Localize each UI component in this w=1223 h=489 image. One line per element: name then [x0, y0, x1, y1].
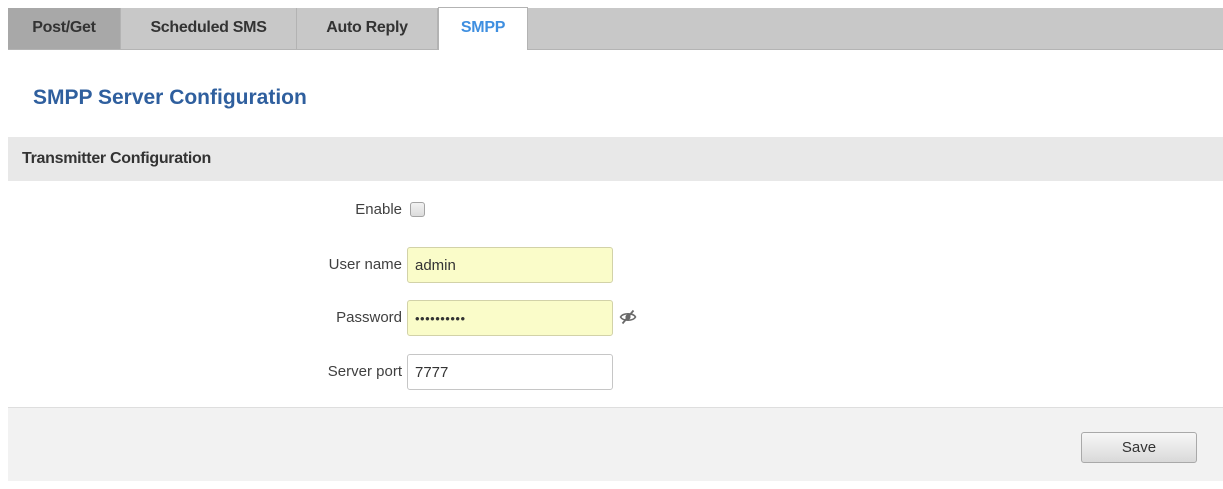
password-input[interactable] [407, 300, 613, 336]
tab-smpp[interactable]: SMPP [438, 7, 528, 50]
server-port-label: Server port [327, 363, 402, 380]
tab-auto-reply[interactable]: Auto Reply [297, 8, 438, 49]
tab-bar: Post/Get Scheduled SMS Auto Reply SMPP [8, 7, 1223, 50]
password-field [407, 300, 637, 336]
form-row-enable: Enable [8, 192, 1223, 228]
server-port-input[interactable] [407, 354, 613, 390]
footer-bar: Save [8, 407, 1223, 481]
server-port-field [407, 354, 613, 390]
password-label: Password [336, 309, 402, 326]
tab-scheduled-sms[interactable]: Scheduled SMS [121, 8, 297, 49]
enable-checkbox[interactable] [410, 202, 425, 217]
page-title: SMPP Server Configuration [33, 86, 307, 109]
form-row-username: User name [8, 247, 1223, 283]
username-field [407, 247, 613, 283]
form-row-server-port: Server port [8, 354, 1223, 390]
enable-label: Enable [355, 201, 402, 218]
username-label: User name [328, 256, 402, 273]
section-header-transmitter-configuration: Transmitter Configuration [8, 137, 1223, 181]
username-input[interactable] [407, 247, 613, 283]
tab-post-get[interactable]: Post/Get [8, 8, 121, 49]
eye-slash-icon[interactable] [619, 308, 637, 326]
save-button[interactable]: Save [1081, 432, 1197, 463]
form-row-password: Password [8, 300, 1223, 336]
